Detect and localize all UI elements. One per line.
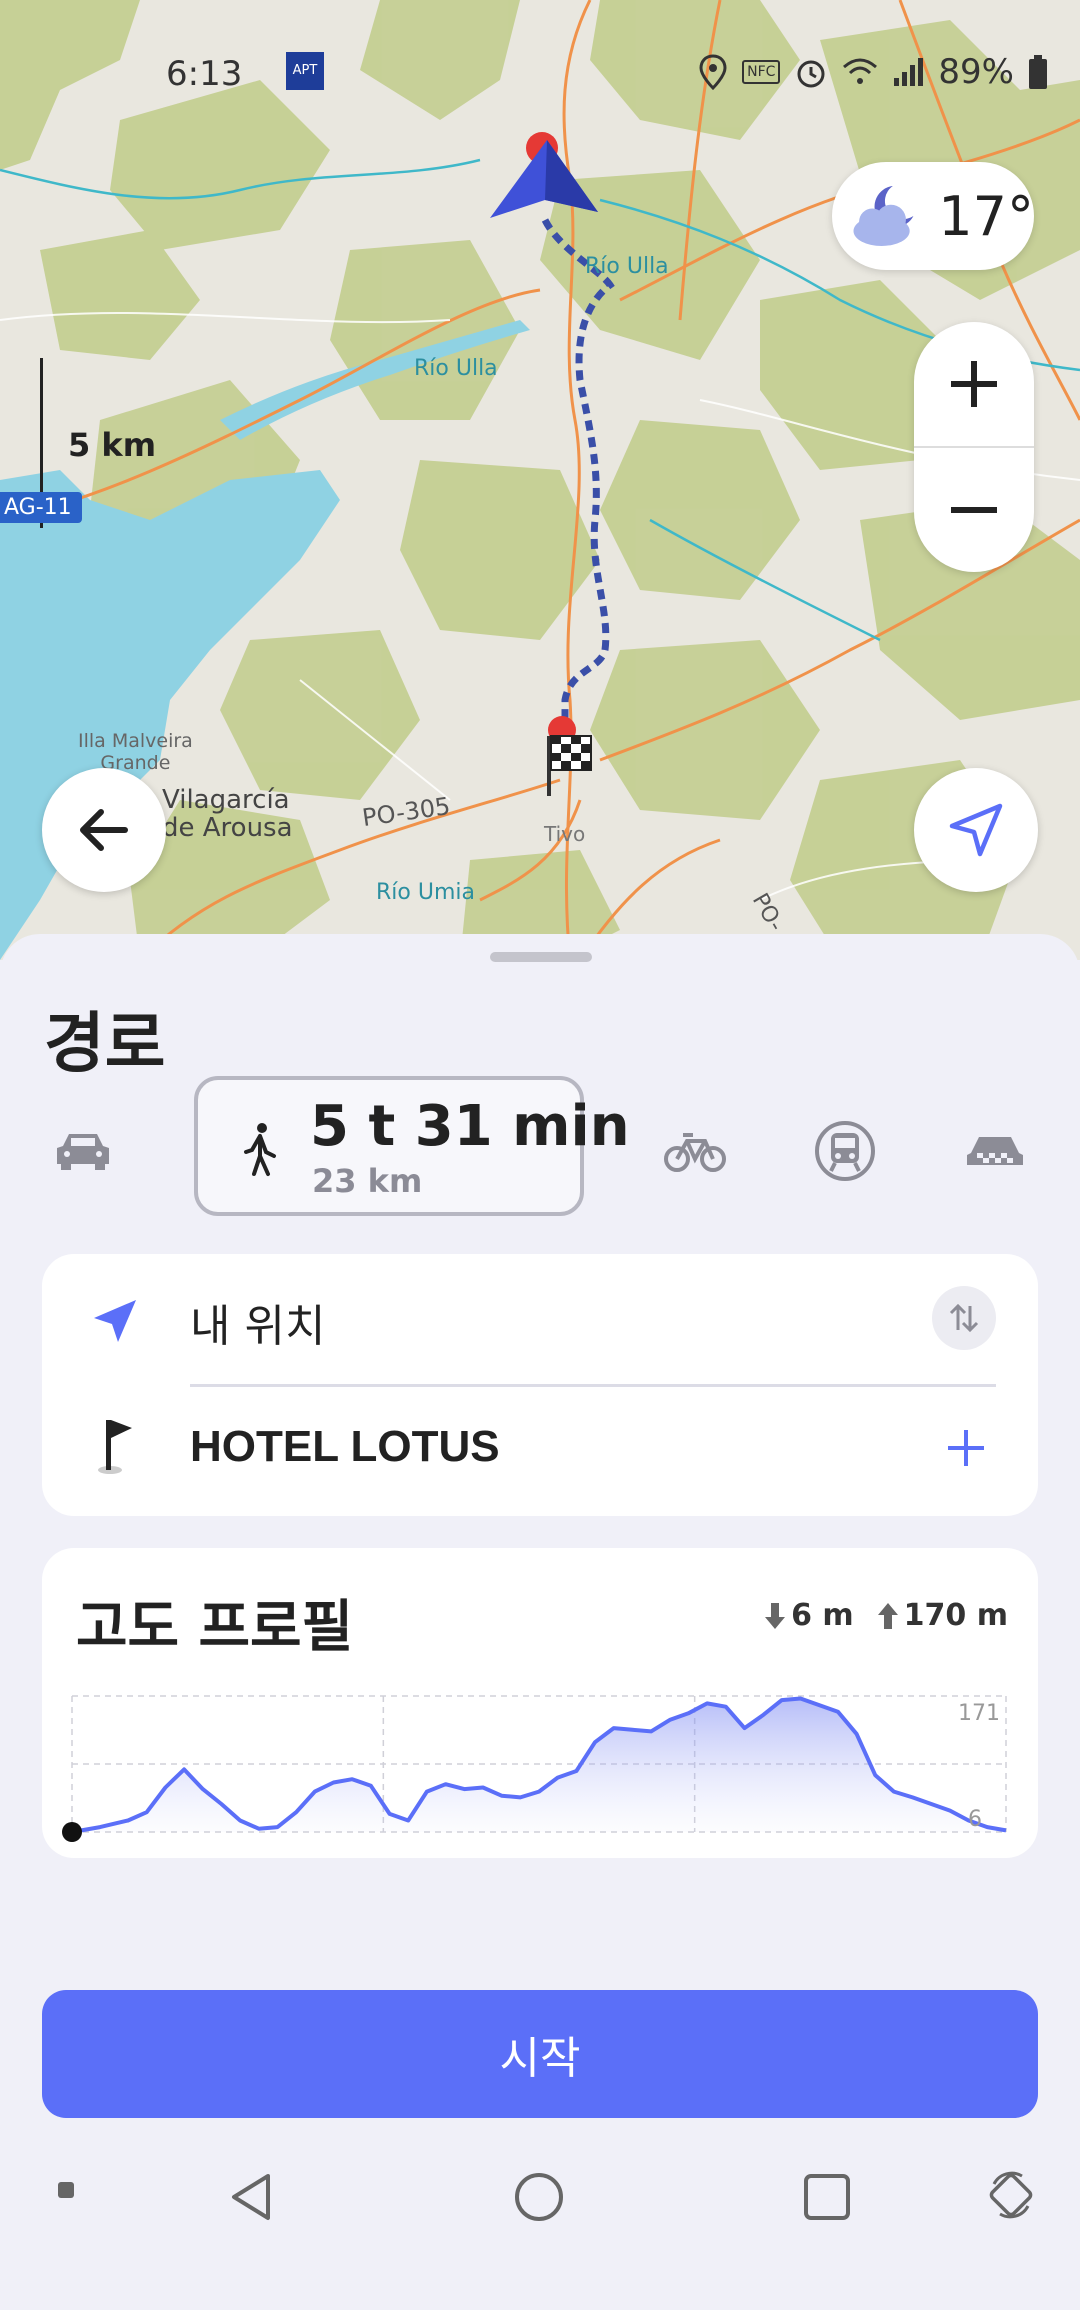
my-location-button[interactable] xyxy=(914,768,1038,892)
start-navigation-button[interactable]: 시작 xyxy=(42,1990,1038,2118)
location-status-icon xyxy=(699,54,727,90)
zoom-in-button[interactable] xyxy=(914,322,1034,446)
map-label-rio-ulla: Río Ulla xyxy=(414,356,498,381)
status-bar: 6:13 APT NFC 89% xyxy=(0,44,1080,100)
square-dot-icon xyxy=(58,2182,74,2198)
rotate-screen-button[interactable] xyxy=(986,2170,1036,2220)
car-icon xyxy=(57,1134,109,1170)
circle-home-icon xyxy=(515,2173,563,2221)
map-view[interactable]: Río Ulla Río Ulla Illa Malveira Grande V… xyxy=(0,0,1080,960)
swap-vertical-icon xyxy=(949,1303,979,1333)
elevation-min-label: 6 xyxy=(968,1807,982,1832)
destination-flag-icon xyxy=(98,1420,132,1474)
transit-icon xyxy=(815,1121,875,1181)
elevation-area xyxy=(72,1698,1006,1832)
elevation-max-label: 171 xyxy=(958,1701,1000,1726)
taxi-icon xyxy=(967,1137,1023,1165)
rotate-icon xyxy=(989,2171,1033,2219)
wifi-icon xyxy=(843,58,878,84)
add-waypoint-button[interactable] xyxy=(944,1426,988,1474)
page-title: 경로 xyxy=(44,1005,166,1082)
mode-walk-button[interactable]: 5 t 31 min 23 km xyxy=(194,1076,630,1216)
transport-mode-selector: 5 t 31 min 23 km xyxy=(0,1076,1080,1226)
map-label-rio-ulla: Río Ulla xyxy=(585,254,669,279)
minus-icon xyxy=(951,507,997,513)
arrow-left-icon xyxy=(80,809,128,851)
scale-label: 5 km xyxy=(68,426,157,464)
walk-icon xyxy=(244,1123,276,1176)
road-number-badge: AG-11 xyxy=(0,492,82,523)
elevation-start-dot xyxy=(62,1822,82,1842)
partly-cloudy-night-icon xyxy=(853,186,914,246)
map-label-town: Tivo xyxy=(544,822,586,846)
square-recents-icon xyxy=(804,2174,850,2220)
mode-bicycle-button[interactable] xyxy=(660,1116,730,1186)
navigation-arrow-icon xyxy=(94,1300,136,1342)
weather-widget[interactable]: 17° xyxy=(832,162,1034,270)
route-destination-label: HOTEL LOTUS xyxy=(190,1422,500,1471)
route-sheet: 경로 5 t 31 min 23 km 내 위치 HOTEL LOTUS 고도 … xyxy=(0,934,1080,2310)
nav-extra-button[interactable] xyxy=(54,2178,78,2202)
elevation-profile-card[interactable]: 고도 프로필 6 m 170 m 171 6 xyxy=(42,1548,1038,1858)
battery-icon xyxy=(1029,55,1047,89)
weather-temperature: 17° xyxy=(938,184,1034,248)
swap-route-button[interactable] xyxy=(932,1286,996,1350)
zoom-controls xyxy=(914,322,1034,572)
status-time: 6:13 xyxy=(166,54,243,94)
mode-taxi-button[interactable] xyxy=(960,1116,1030,1186)
elevation-chart: 171 6 xyxy=(62,1695,1007,1842)
nfc-icon: NFC xyxy=(742,60,781,84)
route-points-card: 내 위치 HOTEL LOTUS xyxy=(42,1254,1038,1516)
route-origin-row[interactable]: 내 위치 xyxy=(42,1254,1038,1384)
app-notification-icon: APT xyxy=(286,52,324,90)
zoom-out-button[interactable] xyxy=(914,448,1034,572)
route-duration: 5 t 31 min xyxy=(310,1094,630,1159)
map-label-island: Illa Malveira Grande xyxy=(78,730,193,774)
triangle-back-icon xyxy=(232,2174,270,2220)
system-navigation-bar xyxy=(0,2130,1080,2310)
navigation-arrow-icon xyxy=(949,803,1003,857)
sheet-drag-handle[interactable] xyxy=(490,952,592,962)
route-destination-row[interactable]: HOTEL LOTUS xyxy=(42,1386,1038,1516)
signal-icon xyxy=(894,58,924,86)
nav-back-button[interactable] xyxy=(224,2170,278,2224)
route-origin-label: 내 위치 xyxy=(190,1301,326,1352)
mode-transit-button[interactable] xyxy=(810,1116,880,1186)
bicycle-icon xyxy=(664,1133,726,1172)
nav-recents-button[interactable] xyxy=(800,2170,854,2224)
route-distance: 23 km xyxy=(312,1162,423,1200)
plus-icon xyxy=(948,1430,984,1466)
mode-car-button[interactable] xyxy=(48,1116,118,1186)
battery-percent: 89% xyxy=(938,52,1014,92)
back-button[interactable] xyxy=(42,768,166,892)
map-label-river: Río Umia xyxy=(376,880,475,905)
map-label-town: Vilagarcía de Arousa xyxy=(162,785,293,843)
plus-icon xyxy=(951,361,997,407)
nav-home-button[interactable] xyxy=(512,2170,566,2224)
alarm-icon xyxy=(797,60,825,88)
